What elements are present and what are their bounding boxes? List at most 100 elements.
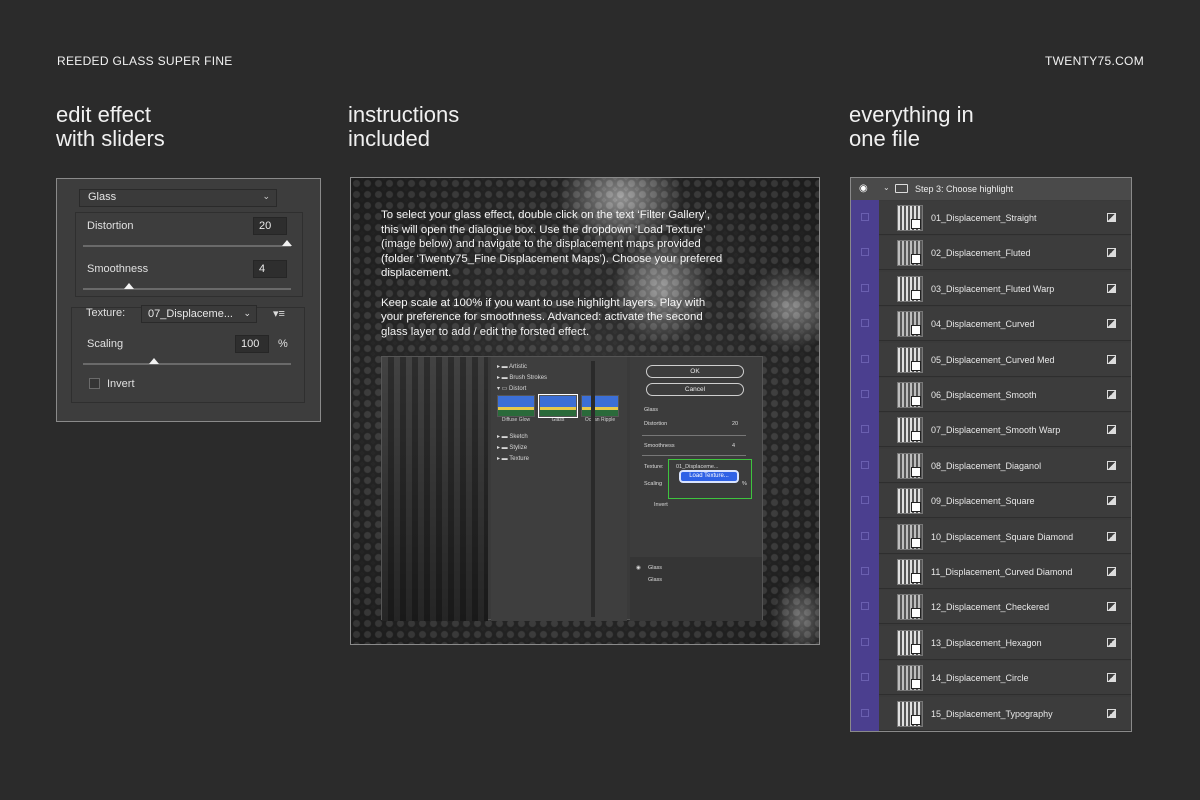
instructions-paragraph-2: Keep scale at 100% if you want to use hi… xyxy=(381,296,706,338)
layer-thumbnail xyxy=(897,417,923,444)
eye-icon[interactable]: ◉ xyxy=(636,565,641,571)
scaling-input[interactable]: 100 xyxy=(235,335,269,353)
tree-item-sketch[interactable]: ▸ ▬ Sketch xyxy=(497,433,528,440)
smart-object-icon xyxy=(1107,602,1116,612)
visibility-checkbox[interactable] xyxy=(861,425,869,434)
layer-row[interactable]: 05_Displacement_Curved Med xyxy=(861,342,1131,377)
texture-menu-icon[interactable]: ▾≡ xyxy=(273,307,285,320)
layer-row[interactable]: 15_Displacement_Typography xyxy=(861,696,1131,731)
dialog-scaling-unit: % xyxy=(742,481,747,487)
layer-thumbnail xyxy=(897,452,923,479)
layer-row[interactable]: 09_Displacement_Square xyxy=(861,484,1131,519)
layer-thumbnail xyxy=(897,240,923,267)
tree-item-texture[interactable]: ▸ ▬ Texture xyxy=(497,455,529,462)
distortion-input[interactable]: 20 xyxy=(253,217,287,235)
ok-button[interactable]: OK xyxy=(646,365,744,378)
layer-row[interactable]: 07_Displacement_Smooth Warp xyxy=(861,413,1131,448)
layer-row[interactable]: 06_Displacement_Smooth xyxy=(861,378,1131,412)
dialog-smoothness-value[interactable]: 4 xyxy=(732,443,735,449)
tree-item-label: Stylize xyxy=(509,445,528,451)
visibility-checkbox[interactable] xyxy=(861,531,869,540)
layer-row[interactable]: 04_Displacement_Curved xyxy=(861,307,1131,342)
layer-row[interactable]: 12_Displacement_Checkered xyxy=(861,590,1131,625)
layer-row[interactable]: 14_Displacement_Circle xyxy=(861,661,1131,696)
texture-label: Texture: xyxy=(86,307,126,319)
smoothness-slider-track[interactable] xyxy=(83,288,291,290)
visibility-checkbox[interactable] xyxy=(861,673,869,682)
scaling-slider-thumb[interactable] xyxy=(149,358,159,364)
heading-instructions: instructions included xyxy=(348,102,460,151)
dialog-settings: OK Cancel Glass Distortion 20 Smoothness… xyxy=(630,357,762,621)
effect-layer-2[interactable]: Glass xyxy=(648,577,662,583)
dialog-distortion-slider[interactable] xyxy=(642,435,746,436)
tree-item-distort[interactable]: ▾ ▭ Distort xyxy=(497,385,526,392)
visibility-checkbox[interactable] xyxy=(861,460,869,469)
tree-item-stylize[interactable]: ▸ ▬ Stylize xyxy=(497,444,527,451)
scaling-unit: % xyxy=(278,338,288,350)
thumb-label: Ocean Ripple xyxy=(584,417,616,423)
thumb-diffuse-glow[interactable]: Diffuse Glow xyxy=(497,395,535,429)
tree-item-brush-strokes[interactable]: ▸ ▬ Brush Strokes xyxy=(497,374,547,381)
layer-row[interactable]: 13_Displacement_Hexagon xyxy=(861,625,1131,660)
layer-name: 01_Displacement_Straight xyxy=(931,213,1037,223)
visibility-checkbox[interactable] xyxy=(861,602,869,611)
glass-settings-panel: Glass ⌄ Distortion 20 Smoothness 4 Textu… xyxy=(56,178,321,422)
layer-thumbnail xyxy=(897,311,923,338)
tree-item-artistic[interactable]: ▸ ▬ Artistic xyxy=(497,363,527,370)
scaling-slider-track[interactable] xyxy=(83,363,291,365)
dialog-distortion-value[interactable]: 20 xyxy=(732,421,738,427)
visibility-checkbox[interactable] xyxy=(861,248,869,257)
layer-row[interactable]: 10_Displacement_Square Diamond xyxy=(861,519,1131,554)
layer-group-header[interactable]: ◉ ⌄ Step 3: Choose highlight xyxy=(851,178,1131,200)
layer-thumbnail xyxy=(897,559,923,585)
thumb-glass[interactable]: Glass xyxy=(538,394,578,429)
layer-row[interactable]: 03_Displacement_Fluted Warp xyxy=(861,271,1131,306)
folder-icon xyxy=(895,184,908,193)
layer-name: 02_Displacement_Fluted xyxy=(931,248,1031,259)
layer-row[interactable]: 11_Displacement_Curved Diamond xyxy=(861,555,1131,589)
distortion-label: Distortion xyxy=(87,220,134,232)
load-texture-button[interactable]: Load Texture... xyxy=(679,470,739,483)
layer-thumbnail xyxy=(897,523,923,550)
visibility-checkbox[interactable] xyxy=(861,390,869,398)
layer-row[interactable]: 01_Displacement_Straight xyxy=(861,201,1131,235)
texture-select[interactable]: 07_Displaceme... ⌄ xyxy=(141,305,257,323)
dialog-distortion-label: Distortion xyxy=(644,421,668,427)
chevron-down-icon: ⌄ xyxy=(262,191,270,201)
chevron-down-icon[interactable]: ⌄ xyxy=(883,183,890,192)
visibility-checkbox[interactable] xyxy=(861,213,869,221)
layer-name: 12_Displacement_Checkered xyxy=(931,602,1050,613)
dialog-filter-select[interactable]: Glass xyxy=(644,407,658,413)
effect-layer-1[interactable]: Glass xyxy=(648,565,662,571)
visibility-checkbox[interactable] xyxy=(861,708,869,717)
layer-row[interactable]: 08_Displacement_Diaganol xyxy=(861,448,1131,483)
layer-row[interactable]: 02_Displacement_Fluted xyxy=(861,236,1131,271)
filter-select[interactable]: Glass ⌄ xyxy=(79,189,277,207)
thumb-ocean-ripple[interactable]: Ocean Ripple xyxy=(581,395,619,429)
layer-thumbnail xyxy=(897,665,923,692)
layer-group-title: Step 3: Choose highlight xyxy=(915,184,1014,194)
visibility-checkbox[interactable] xyxy=(861,637,869,646)
visibility-checkbox[interactable] xyxy=(861,319,869,328)
cancel-button[interactable]: Cancel xyxy=(646,383,744,396)
layer-name: 08_Displacement_Diaganol xyxy=(931,460,1042,471)
visibility-checkbox[interactable] xyxy=(861,496,869,505)
visibility-checkbox[interactable] xyxy=(861,283,869,292)
visibility-checkbox[interactable] xyxy=(861,567,869,575)
smoothness-slider-thumb[interactable] xyxy=(124,283,134,289)
brand-url: TWENTY75.COM xyxy=(1045,54,1144,68)
tree-item-label: Artistic xyxy=(509,364,528,370)
layer-thumbnail xyxy=(897,382,923,408)
layer-thumbnail xyxy=(897,205,923,231)
instructions-paragraph-1: To select your glass effect, double clic… xyxy=(381,209,723,279)
distortion-slider-track[interactable] xyxy=(83,245,291,247)
distortion-slider-thumb[interactable] xyxy=(282,240,292,246)
filter-list-scrollbar[interactable] xyxy=(591,361,595,617)
invert-checkbox[interactable] xyxy=(89,378,100,389)
eye-icon[interactable]: ◉ xyxy=(859,183,868,194)
dialog-smoothness-slider[interactable] xyxy=(642,455,746,456)
layer-name: 13_Displacement_Hexagon xyxy=(931,637,1042,648)
layer-name: 06_Displacement_Smooth xyxy=(931,390,1037,400)
smoothness-input[interactable]: 4 xyxy=(253,260,287,278)
visibility-checkbox[interactable] xyxy=(861,354,869,363)
